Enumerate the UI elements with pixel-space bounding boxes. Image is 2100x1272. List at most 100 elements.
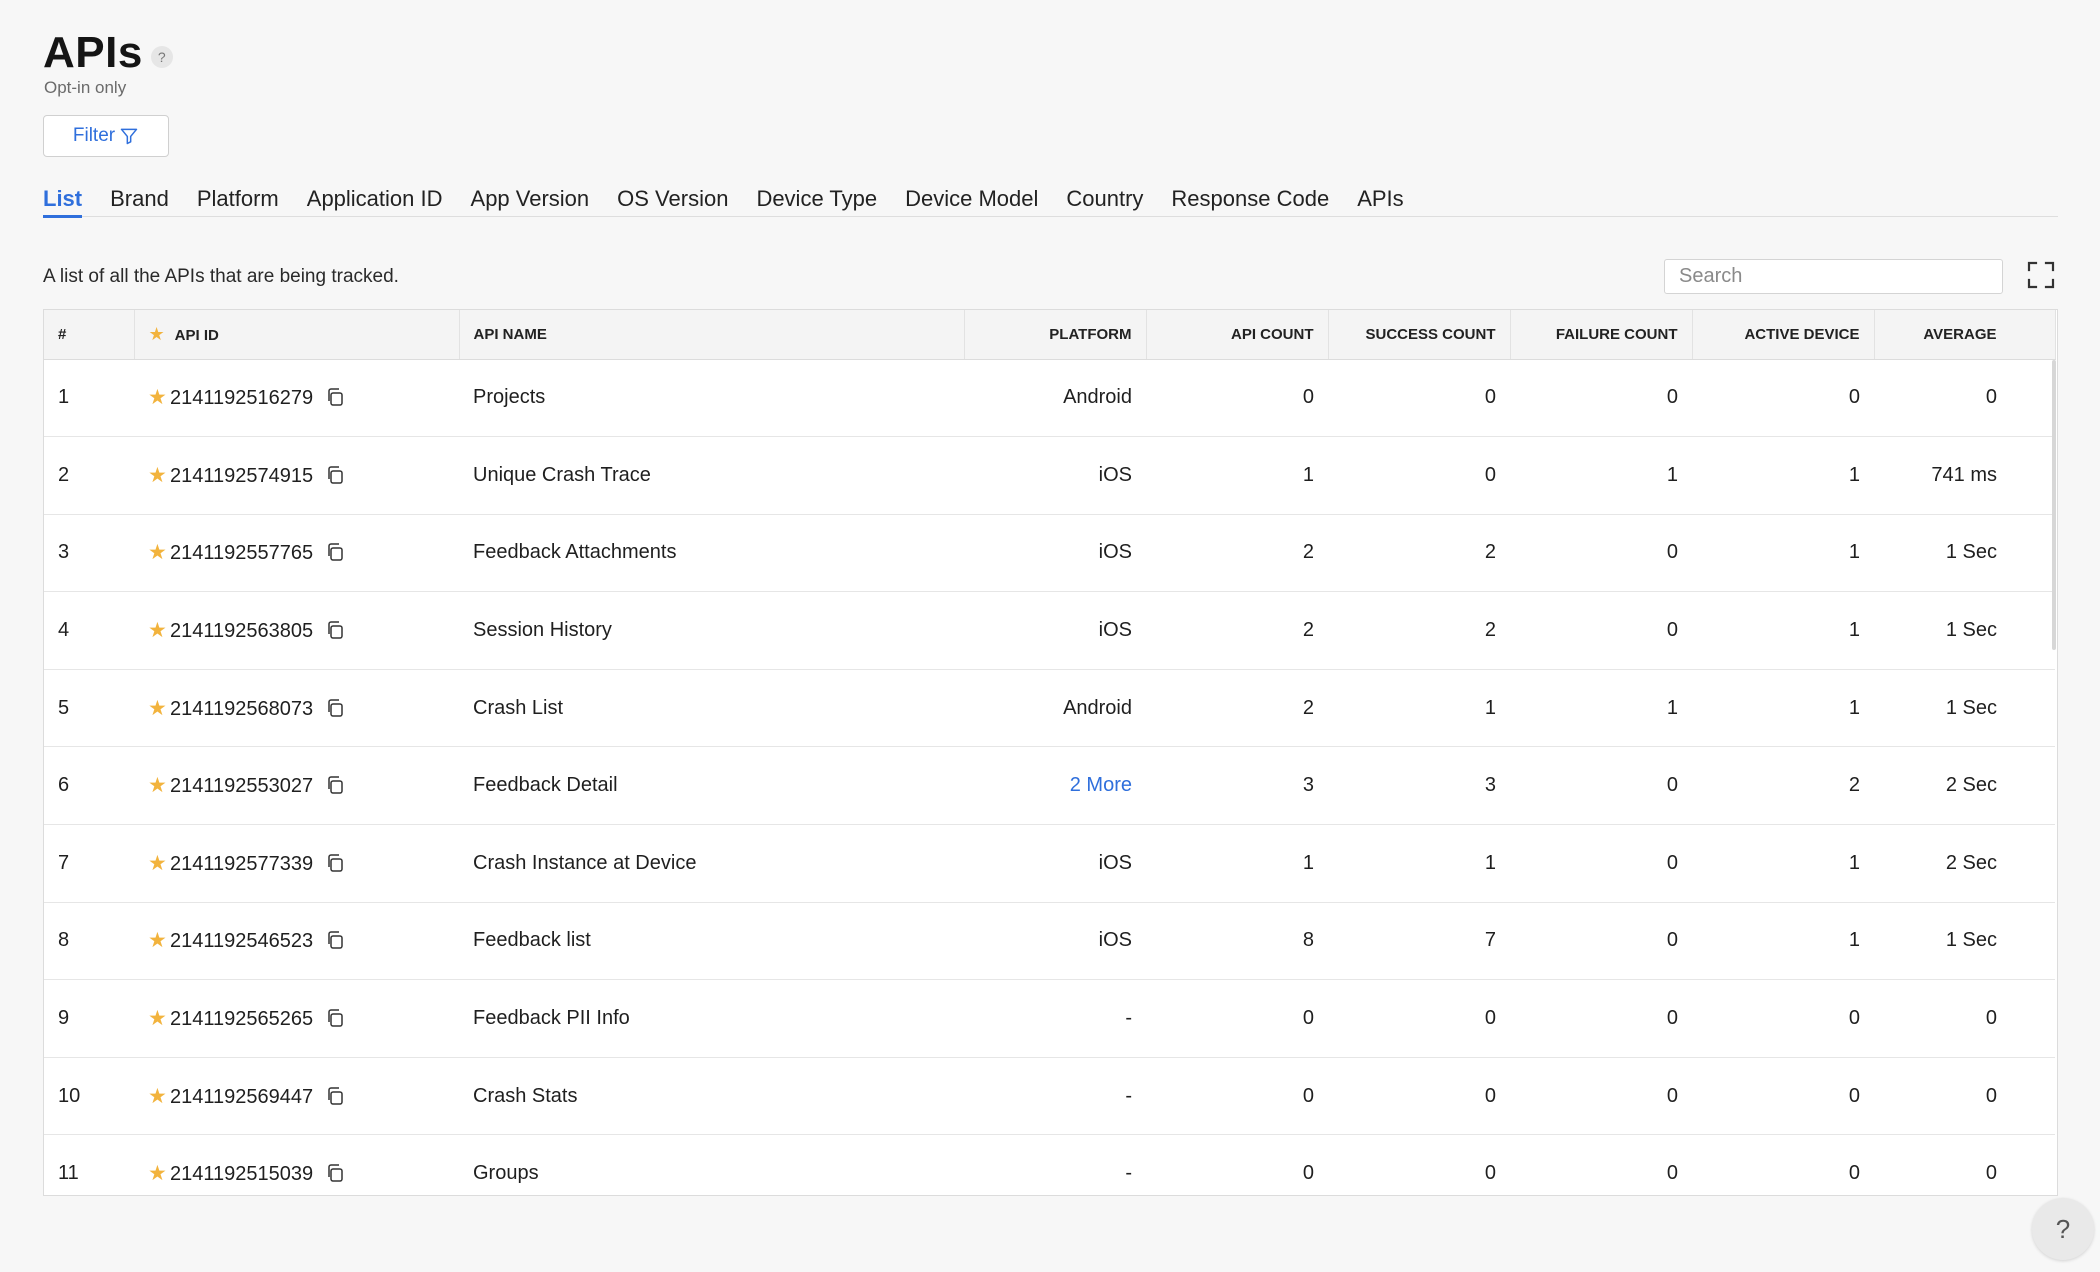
star-icon[interactable]: ★ <box>148 385 170 410</box>
copy-icon[interactable] <box>325 1008 345 1028</box>
search-input[interactable] <box>1664 259 2003 294</box>
platform-value: Android <box>1063 386 1132 409</box>
copy-icon[interactable] <box>325 387 345 407</box>
column-header-failure-count[interactable]: FAILURE COUNT <box>1510 310 1693 360</box>
cell-api-name[interactable]: Groups <box>459 1134 964 1195</box>
table-row[interactable]: 6 ★ 2141192553027 Feedback Detail 2 More … <box>44 746 2055 826</box>
copy-icon[interactable] <box>325 620 345 640</box>
cell-active-device: 1 <box>1692 669 1874 748</box>
table-row[interactable]: 11 ★ 2141192515039 Groups - 0 0 0 0 0 <box>44 1134 2055 1195</box>
cell-average: 0 <box>1874 1057 2055 1136</box>
table-row[interactable]: 5 ★ 2141192568073 Crash List Android 2 1 … <box>44 669 2055 748</box>
cell-api-name[interactable]: Feedback Detail <box>459 746 964 826</box>
help-fab-button[interactable]: ? <box>2032 1198 2094 1260</box>
cell-api-name[interactable]: Projects <box>459 359 964 438</box>
tab-app-version[interactable]: App Version <box>471 184 590 217</box>
column-header-api-name[interactable]: API NAME <box>459 310 965 360</box>
copy-icon[interactable] <box>325 698 345 718</box>
platform-more-link[interactable]: 2 More <box>1070 774 1132 796</box>
cell-api-name[interactable]: Feedback PII Info <box>459 979 964 1058</box>
page-title: APIs <box>43 28 143 77</box>
cell-active-device: 1 <box>1692 824 1874 903</box>
table-row[interactable]: 7 ★ 2141192577339 Crash Instance at Devic… <box>44 824 2055 903</box>
copy-icon[interactable] <box>325 542 345 562</box>
star-icon[interactable]: ★ <box>148 1084 170 1109</box>
cell-platform: - <box>964 1134 1146 1195</box>
table-description: A list of all the APIs that are being tr… <box>43 266 399 287</box>
table-row[interactable]: 8 ★ 2141192546523 Feedback list iOS 8 7 0… <box>44 902 2055 981</box>
cell-success-count: 0 <box>1328 979 1510 1058</box>
star-icon[interactable]: ★ <box>148 540 170 565</box>
platform-value: iOS <box>1098 851 1132 874</box>
copy-icon[interactable] <box>325 853 345 873</box>
copy-icon[interactable] <box>325 775 345 795</box>
filter-button[interactable]: Filter <box>43 115 169 157</box>
cell-api-name[interactable]: Crash Instance at Device <box>459 824 964 903</box>
tab-country[interactable]: Country <box>1066 184 1143 217</box>
tab-platform[interactable]: Platform <box>197 184 279 217</box>
cell-api-name[interactable]: Feedback Attachments <box>459 514 964 593</box>
table-row[interactable]: 1 ★ 2141192516279 Projects Android 0 0 0 … <box>44 359 2055 438</box>
tab-device-type[interactable]: Device Type <box>756 184 877 217</box>
cell-platform: 2 More <box>964 746 1146 826</box>
tab-list[interactable]: List <box>43 184 83 218</box>
cell-api-name[interactable]: Crash List <box>459 669 964 748</box>
cell-api-name[interactable]: Crash Stats <box>459 1057 964 1136</box>
star-icon[interactable]: ★ <box>148 851 170 876</box>
api-id-value: 2141192557765 <box>170 542 314 565</box>
help-icon[interactable]: ? <box>150 46 173 68</box>
star-icon[interactable]: ★ <box>148 618 170 643</box>
filter-label: Filter <box>72 125 116 146</box>
cell-api-id: ★ 2141192568073 <box>134 669 459 748</box>
cell-platform: Android <box>964 359 1146 438</box>
cell-platform: iOS <box>964 514 1146 593</box>
tab-application-id[interactable]: Application ID <box>307 184 443 217</box>
copy-icon[interactable] <box>325 1163 345 1183</box>
cell-average: 2 Sec <box>1874 824 2055 903</box>
star-icon[interactable]: ★ <box>148 1006 170 1031</box>
star-icon[interactable]: ★ <box>148 928 170 953</box>
api-id-value: 2141192515039 <box>170 1163 314 1186</box>
cell-index: 5 <box>44 669 134 748</box>
cell-index: 6 <box>44 746 134 826</box>
api-id-value: 2141192546523 <box>170 930 314 953</box>
cell-active-device: 1 <box>1692 591 1874 670</box>
table-row[interactable]: 3 ★ 2141192557765 Feedback Attachments iO… <box>44 514 2055 593</box>
tab-os-version[interactable]: OS Version <box>617 184 728 217</box>
cell-platform: - <box>964 1057 1146 1136</box>
star-icon[interactable]: ★ <box>148 1161 170 1186</box>
table-row[interactable]: 9 ★ 2141192565265 Feedback PII Info - 0 0… <box>44 979 2055 1058</box>
table-row[interactable]: 2 ★ 2141192574915 Unique Crash Trace iOS … <box>44 436 2055 515</box>
cell-failure-count: 0 <box>1510 902 1692 981</box>
cell-average: 1 Sec <box>1874 902 2055 981</box>
title-row: APIs ? <box>43 28 173 78</box>
copy-icon[interactable] <box>325 465 345 485</box>
tab-brand[interactable]: Brand <box>110 184 169 217</box>
table-row[interactable]: 10 ★ 2141192569447 Crash Stats - 0 0 0 0 … <box>44 1057 2055 1136</box>
cell-api-name[interactable]: Unique Crash Trace <box>459 436 964 515</box>
column-header-active-device[interactable]: ACTIVE DEVICE <box>1692 310 1875 360</box>
cell-api-name[interactable]: Session History <box>459 591 964 670</box>
cell-platform: iOS <box>964 824 1146 903</box>
column-header-platform[interactable]: PLATFORM <box>964 310 1147 360</box>
table-row[interactable]: 4 ★ 2141192563805 Session History iOS 2 2… <box>44 591 2055 670</box>
star-icon[interactable]: ★ <box>148 463 170 488</box>
tab-device-model[interactable]: Device Model <box>905 184 1038 217</box>
fullscreen-icon[interactable] <box>2026 260 2056 290</box>
star-icon[interactable]: ★ <box>148 773 170 798</box>
cell-api-name[interactable]: Feedback list <box>459 902 964 981</box>
cell-average: 741 ms <box>1874 436 2055 515</box>
column-header-api-id[interactable]: ★ API ID <box>134 310 460 360</box>
cell-api-count: 2 <box>1146 669 1328 748</box>
copy-icon[interactable] <box>325 930 345 950</box>
tab-apis[interactable]: APIs <box>1357 184 1403 217</box>
column-header-api-count[interactable]: API COUNT <box>1146 310 1329 360</box>
star-icon[interactable]: ★ <box>148 696 170 721</box>
table-scrollbar[interactable] <box>2052 360 2056 650</box>
cell-index: 9 <box>44 979 134 1058</box>
copy-icon[interactable] <box>325 1086 345 1106</box>
tab-response-code[interactable]: Response Code <box>1171 184 1329 217</box>
column-header-average[interactable]: AVERAGE <box>1874 310 2056 360</box>
column-header-success-count[interactable]: SUCCESS COUNT <box>1328 310 1511 360</box>
cell-platform: iOS <box>964 436 1146 515</box>
